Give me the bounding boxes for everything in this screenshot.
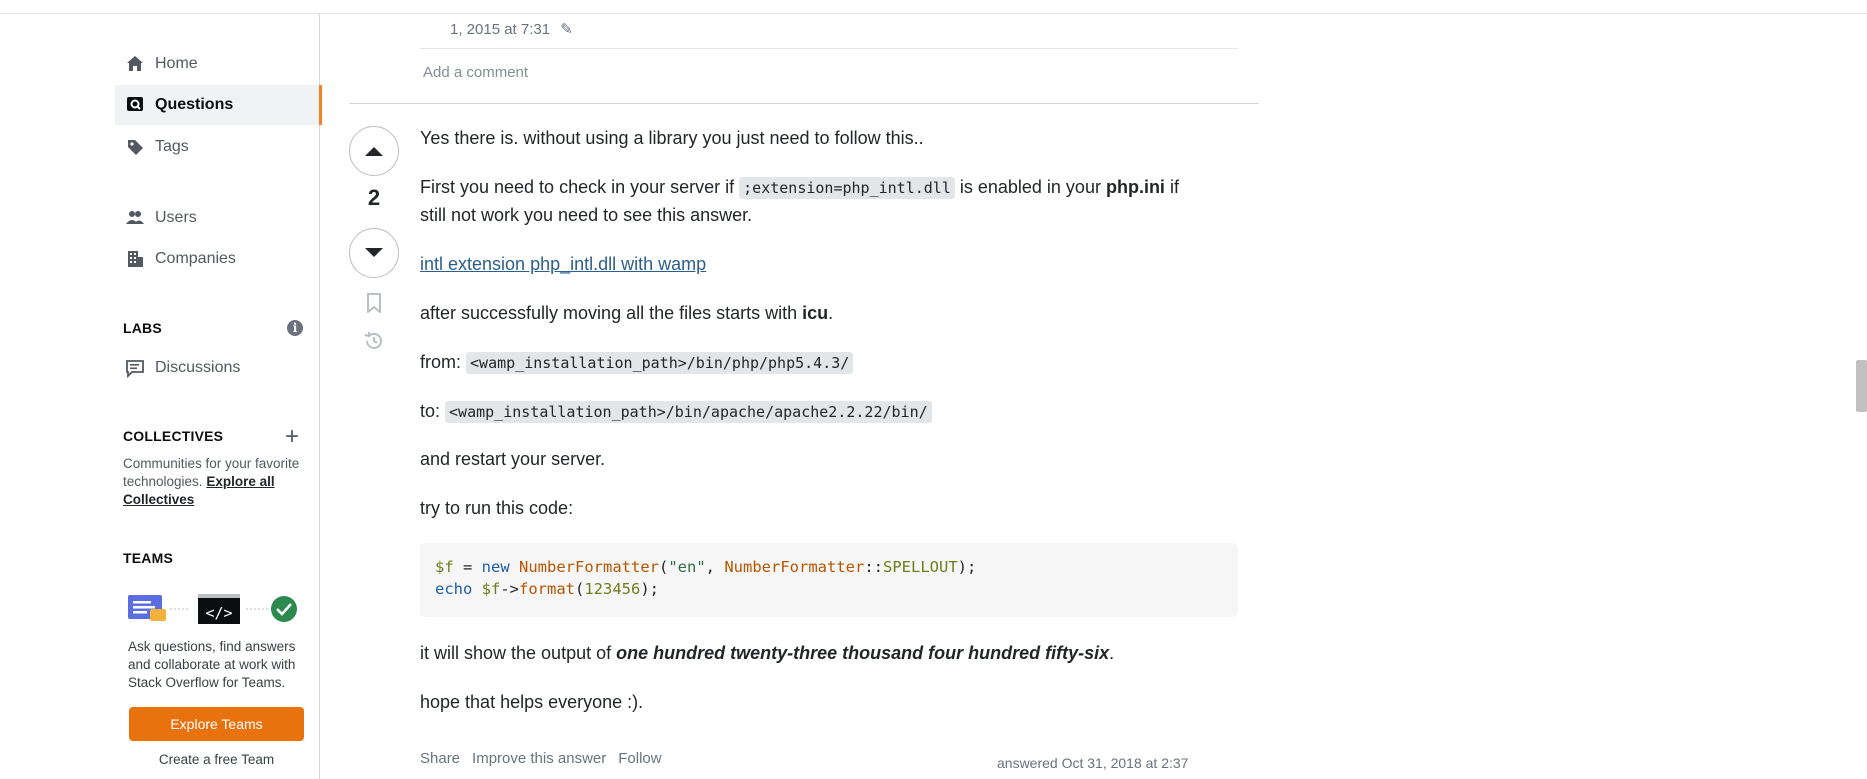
code-token: new [481, 558, 510, 576]
code-token: -> [500, 580, 519, 598]
output-text-a: it will show the output of [420, 643, 617, 663]
answer-actions: Share Improve this answer Follow [420, 750, 662, 767]
create-free-team-link[interactable]: Create a free Team [129, 752, 304, 767]
downvote-button[interactable] [349, 228, 399, 278]
answer-output: it will show the output of one hundred t… [420, 639, 1114, 667]
from-label: from: [420, 352, 467, 372]
nav-users-label: Users [155, 209, 197, 226]
discussions-icon [123, 356, 147, 380]
improve-answer-link[interactable]: Improve this answer [472, 750, 606, 767]
from-code: <wamp_installation_path>/bin/php/php5.4.… [466, 352, 854, 374]
code-token: $f [435, 558, 454, 576]
code-block: $f = new NumberFormatter("en", NumberFor… [420, 543, 1238, 617]
tag-icon [123, 135, 147, 159]
vote-count: 2 [367, 185, 381, 210]
answer-link-paragraph: intl extension php_intl.dll with wamp [420, 250, 706, 278]
upvote-button[interactable] [349, 126, 399, 176]
code-token: = [453, 558, 482, 576]
nav-home-label: Home [155, 55, 198, 72]
output-emphasis: one hundred twenty-three thousand four h… [616, 643, 1110, 663]
home-icon [123, 52, 147, 76]
answer-to: to: <wamp_installation_path>/bin/apache/… [420, 397, 932, 426]
p4-text-a: after successfully moving all the files … [420, 303, 803, 323]
plus-icon[interactable]: + [285, 425, 299, 449]
follow-link[interactable]: Follow [618, 750, 661, 767]
teams-description: Ask questions, find answers and collabor… [128, 639, 296, 690]
code-token: ( [575, 580, 585, 598]
add-comment-link[interactable]: Add a comment [423, 64, 528, 81]
comment-date[interactable]: 1, 2015 at 7:31 [450, 21, 550, 38]
comment-text-cut [450, 0, 1170, 12]
history-icon[interactable] [362, 329, 386, 353]
code-line-2: echo $f->format(123456); [435, 578, 659, 600]
answer-from: from: <wamp_installation_path>/bin/php/p… [420, 348, 854, 377]
collectives-description: Communities for your favorite technologi… [123, 455, 313, 509]
code-token: ); [640, 580, 660, 598]
companies-icon [123, 247, 147, 271]
code-token: $f [472, 580, 501, 598]
code-token: ); [957, 558, 977, 576]
answered-timestamp[interactable]: answered Oct 31, 2018 at 2:37 [997, 755, 1188, 771]
code-token: "en" [668, 558, 706, 576]
answer-restart: and restart your server. [420, 449, 606, 469]
code-token: :: [864, 558, 883, 576]
nav-questions[interactable]: Questions [115, 85, 322, 125]
answer-paragraph-1: Yes there is. without using a library yo… [420, 128, 924, 148]
bookmark-icon[interactable] [362, 291, 386, 315]
answer-paragraph-4: after successfully moving all the files … [420, 299, 833, 327]
questions-icon [123, 93, 147, 117]
collectives-heading: COLLECTIVES [123, 428, 224, 444]
output-text-b: . [1109, 643, 1115, 663]
p2-text-a: First you need to check in your server i… [420, 177, 740, 197]
nav-discussions-label: Discussions [155, 359, 241, 376]
code-token: NumberFormatter [519, 558, 659, 576]
p2-text-c: if [1164, 177, 1179, 197]
answer-divider [349, 103, 1259, 104]
to-code: <wamp_installation_path>/bin/apache/apac… [445, 401, 932, 423]
intl-extension-link[interactable]: intl extension php_intl.dll with wamp [420, 254, 706, 274]
p4-bold: icu [802, 303, 829, 323]
nav-companies-label: Companies [155, 250, 236, 267]
code-token: ( [659, 558, 669, 576]
labs-heading: LABS [123, 320, 162, 336]
nav-tags-label: Tags [155, 138, 189, 155]
nav-questions-label: Questions [155, 96, 234, 113]
p4-text-b: . [828, 303, 834, 323]
code-token: NumberFormatter [724, 558, 865, 576]
share-link[interactable]: Share [420, 750, 460, 767]
nav-companies[interactable]: Companies [115, 239, 319, 279]
code-token: echo [435, 580, 473, 598]
answer-try: try to run this code: [420, 498, 574, 518]
code-token: 123456 [584, 580, 641, 598]
answer-paragraph-2: First you need to check in your server i… [420, 173, 1179, 202]
svg-text:</>: </> [205, 604, 232, 622]
code-token: format [519, 580, 575, 598]
p2-bold: php.ini [1105, 177, 1165, 197]
nav-discussions[interactable]: Discussions [115, 348, 319, 388]
code-token: , [705, 558, 725, 576]
code-token: SPELLOUT [883, 558, 958, 576]
teams-heading: TEAMS [123, 550, 173, 566]
nav-home[interactable]: Home [115, 44, 319, 84]
scrollbar-thumb[interactable] [1856, 360, 1867, 412]
code-line-1: $f = new NumberFormatter("en", NumberFor… [435, 556, 976, 578]
to-label: to: [420, 401, 446, 421]
info-icon[interactable]: i [287, 320, 303, 336]
answer-paragraph-2-line2: still not work you need to see this answ… [420, 205, 753, 225]
answer-hope: hope that helps everyone :). [420, 692, 644, 712]
users-icon [123, 206, 147, 230]
arrow-down-icon [365, 248, 383, 257]
arrow-up-icon [365, 147, 383, 156]
comment-meta: 1, 2015 at 7:31 ✎ [450, 20, 573, 38]
nav-tags[interactable]: Tags [115, 127, 319, 167]
p2-text-b: is enabled in your [954, 177, 1106, 197]
edit-pencil-icon[interactable]: ✎ [560, 21, 573, 38]
explore-teams-button[interactable]: Explore Teams [129, 707, 304, 741]
p2-inline-code: ;extension=php_intl.dll [739, 177, 955, 199]
teams-illustration: </> [128, 594, 297, 624]
nav-users[interactable]: Users [115, 198, 319, 238]
comment-divider [420, 48, 1238, 49]
